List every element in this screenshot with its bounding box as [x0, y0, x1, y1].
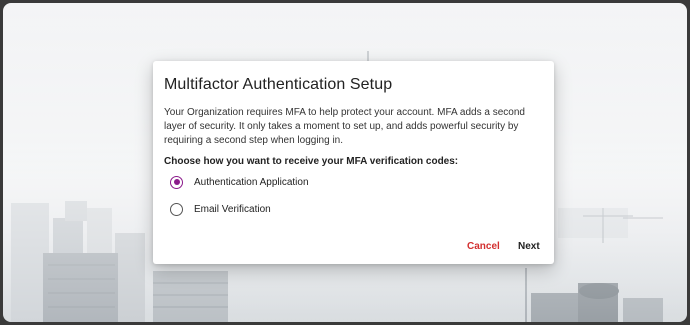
cancel-button[interactable]: Cancel [467, 241, 500, 252]
option-email-verification[interactable]: Email Verification [170, 200, 271, 218]
mfa-setup-dialog: Multifactor Authentication Setup Your Or… [153, 61, 554, 264]
radio-checked-icon[interactable] [170, 175, 183, 189]
option-authentication-application[interactable]: Authentication Application [170, 173, 309, 191]
radio-unchecked-icon[interactable] [170, 202, 183, 216]
dialog-title: Multifactor Authentication Setup [164, 76, 393, 93]
option-label: Authentication Application [194, 176, 309, 188]
app-window: Multifactor Authentication Setup Your Or… [3, 3, 687, 322]
choose-method-label: Choose how you want to receive your MFA … [164, 156, 459, 167]
option-label: Email Verification [194, 203, 271, 215]
dialog-description: Your Organization requires MFA to help p… [164, 107, 525, 146]
next-button[interactable]: Next [518, 241, 540, 252]
